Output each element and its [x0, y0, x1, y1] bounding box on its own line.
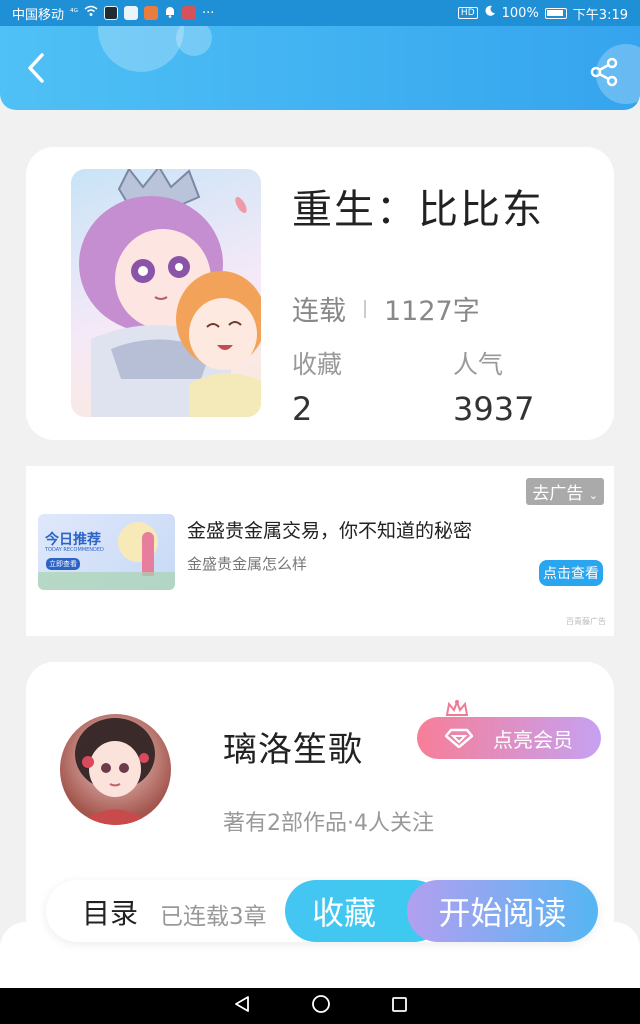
favorites-value: 2 — [292, 390, 313, 428]
nav-back-icon[interactable] — [233, 995, 251, 1017]
ad-title[interactable]: 金盛贵金属交易，你不知道的秘密 — [187, 516, 472, 543]
system-navigation-bar — [0, 988, 640, 1024]
vip-label: 点亮会员 — [493, 727, 573, 752]
battery-percent: 100% — [501, 5, 539, 21]
book-info-card: 重生：比比东 连载 1127字 收藏 2 人气 3937 — [26, 147, 614, 440]
ad-image[interactable]: 今日推荐 TODAY RECOMMENDED 立即查看 — [38, 514, 175, 590]
author-meta: 著有2部作品·4人关注 — [223, 811, 434, 836]
moon-icon — [484, 5, 496, 21]
more-notifications: ··· — [202, 5, 215, 21]
remove-ad-button[interactable]: 去广告 ⌄ — [526, 478, 604, 505]
collect-label: 收藏 — [312, 894, 377, 932]
action-bar: 目录 已连载3章 收藏 开始阅读 — [46, 880, 598, 942]
chapter-count: 已连载3章 — [160, 904, 267, 930]
app-notification-icon — [104, 6, 119, 20]
nav-home-icon[interactable] — [311, 994, 331, 1018]
bell-icon — [164, 5, 176, 22]
app-notification-icon — [124, 6, 139, 20]
carrier-label: 中国移动 — [12, 7, 65, 23]
chevron-down-icon: ⌄ — [588, 489, 598, 502]
ad-banner[interactable]: 去广告 ⌄ 今日推荐 TODAY RECOMMENDED 立即查看 金盛贵金属交… — [26, 466, 614, 636]
share-button[interactable] — [588, 56, 620, 88]
app-notification-icon — [182, 6, 197, 20]
decor-bubble — [98, 26, 184, 72]
start-reading-label: 开始阅读 — [438, 894, 567, 932]
ad-image-figure — [142, 532, 154, 576]
ad-image-ground — [38, 572, 175, 590]
divider — [364, 299, 366, 318]
book-status-row: 连载 1127字 — [292, 289, 480, 328]
remove-ad-label: 去广告 — [532, 484, 584, 504]
ad-image-button: 立即查看 — [46, 558, 80, 570]
ad-source-label: 百青藤广告 — [566, 617, 606, 626]
ad-subtitle: 金盛贵金属怎么样 — [187, 555, 308, 573]
signal-label: ⁴ᴳ — [70, 8, 79, 18]
book-cover[interactable] — [71, 169, 261, 417]
start-reading-button[interactable]: 开始阅读 — [407, 880, 598, 942]
author-name[interactable]: 璃洛笙歌 — [223, 722, 363, 771]
back-button[interactable] — [18, 50, 54, 86]
avatar-illustration — [75, 718, 155, 825]
video-app-icon — [144, 6, 159, 20]
share-icon — [590, 57, 618, 87]
battery-icon — [544, 7, 567, 19]
crown-icon — [445, 699, 469, 716]
diamond-icon — [445, 728, 473, 748]
book-title: 重生：比比东 — [292, 187, 544, 233]
ad-cta-button[interactable]: 点击查看 — [539, 560, 603, 586]
hd-badge: HD — [457, 7, 478, 19]
table-of-contents-button[interactable]: 目录 — [82, 892, 138, 932]
chevron-left-icon — [28, 53, 44, 83]
wifi-icon — [84, 5, 98, 21]
ad-image-title: 今日推荐 — [45, 532, 101, 548]
ad-image-subtitle: TODAY RECOMMENDED — [45, 547, 104, 553]
nav-recents-icon[interactable] — [391, 996, 408, 1017]
activate-vip-button[interactable]: 点亮会员 — [417, 699, 601, 759]
header — [0, 26, 640, 110]
popularity-value: 3937 — [453, 390, 535, 428]
decor-bubble — [176, 26, 212, 56]
author-avatar[interactable] — [60, 714, 171, 825]
status-bar: 中国移动 ⁴ᴳ ··· HD 100% 下午3:19 — [0, 0, 640, 26]
word-count: 1127字 — [384, 296, 480, 327]
serial-status: 连载 — [292, 296, 346, 327]
cover-illustration — [79, 169, 261, 417]
favorites-label: 收藏 — [292, 350, 343, 379]
popularity-label: 人气 — [453, 350, 504, 379]
clock: 下午3:19 — [572, 7, 628, 23]
